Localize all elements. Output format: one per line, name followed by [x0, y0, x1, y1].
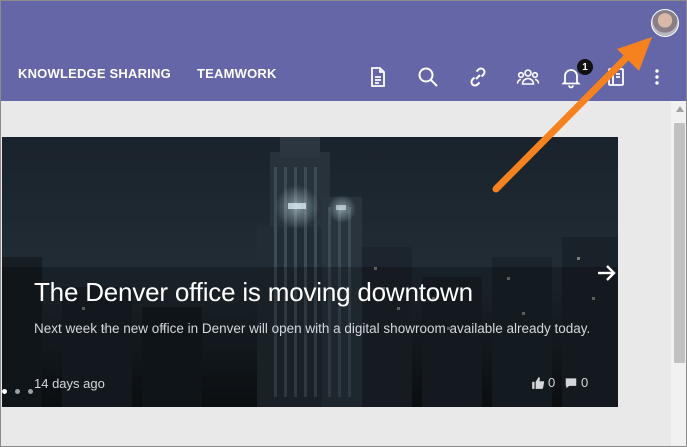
news-summary: Next week the new office in Denver will …: [34, 321, 591, 336]
document-icon[interactable]: [364, 63, 392, 91]
thumbs-up-icon: [532, 376, 545, 389]
comment-count-value: 0: [581, 375, 589, 390]
avatar[interactable]: [651, 9, 679, 37]
link-icon[interactable]: [464, 63, 492, 91]
nav-teamwork[interactable]: TEAMWORK: [197, 66, 277, 81]
carousel-pagination[interactable]: [2, 389, 33, 394]
like-count-value: 0: [548, 375, 556, 390]
carousel-dot[interactable]: [15, 389, 20, 394]
scroll-up-arrow-icon[interactable]: [671, 101, 686, 117]
more-vertical-icon[interactable]: [643, 63, 671, 91]
book-icon[interactable]: [602, 63, 630, 91]
notification-badge: 1: [577, 59, 593, 75]
people-icon[interactable]: [514, 63, 542, 91]
next-slide-arrow-icon[interactable]: [594, 261, 618, 285]
search-icon[interactable]: [414, 63, 442, 91]
app-window: KNOWLEDGE SHARING TEAMWORK 1 The Denver …: [0, 0, 687, 447]
nav-knowledge-sharing[interactable]: KNOWLEDGE SHARING: [18, 66, 171, 81]
news-date: 14 days ago: [34, 376, 105, 391]
news-carousel-slide[interactable]: The Denver office is moving downtown Nex…: [2, 137, 618, 407]
like-count[interactable]: 0: [531, 375, 555, 390]
comment-count[interactable]: 0: [564, 375, 588, 390]
news-headline[interactable]: The Denver office is moving downtown: [34, 277, 473, 308]
scrollbar-thumb[interactable]: [674, 123, 685, 363]
carousel-dot[interactable]: [2, 389, 7, 394]
vertical-scrollbar[interactable]: [671, 101, 686, 446]
carousel-dot[interactable]: [28, 389, 33, 394]
city-skyline-image: [2, 137, 618, 407]
comment-icon: [565, 377, 577, 388]
top-header: KNOWLEDGE SHARING TEAMWORK 1: [1, 1, 686, 101]
